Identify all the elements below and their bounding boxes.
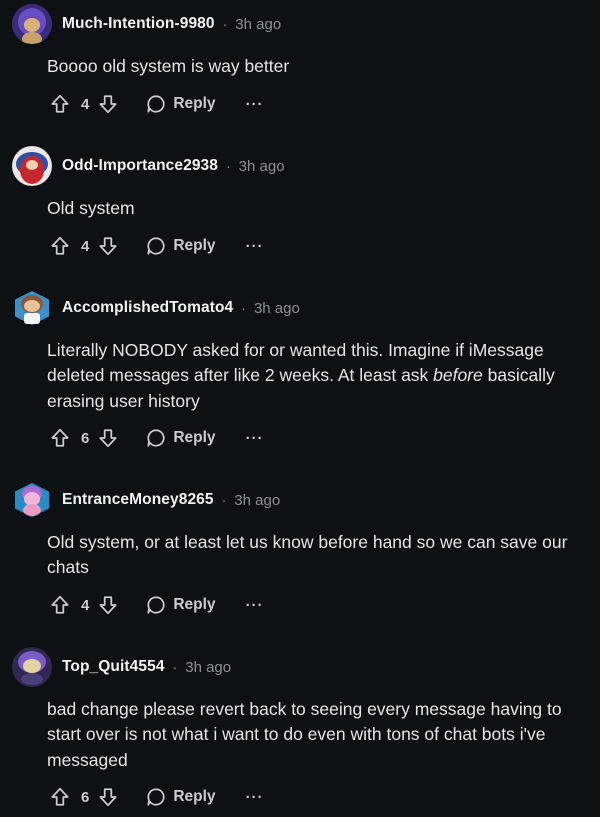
more-options-button[interactable]: ··· — [246, 789, 264, 806]
avatar[interactable] — [12, 146, 52, 186]
downvote-icon[interactable] — [95, 233, 121, 259]
avatar[interactable] — [12, 4, 52, 44]
vote-count: 4 — [81, 237, 90, 255]
comment-header: Top_Quit4554 · 3h ago — [12, 647, 231, 687]
reply-button[interactable]: Reply — [145, 93, 216, 115]
comment-bubble-icon — [147, 237, 165, 255]
comment-header: Much-Intention-9980 · 3h ago — [12, 4, 281, 44]
reply-label: Reply — [173, 429, 216, 446]
timestamp[interactable]: 3h ago — [235, 16, 281, 33]
vote-count: 6 — [81, 429, 90, 447]
downvote-icon[interactable] — [95, 91, 121, 117]
reply-button[interactable]: Reply — [145, 594, 216, 616]
reply-button[interactable]: Reply — [145, 427, 216, 449]
separator-dot: · — [172, 659, 178, 675]
comment-actions: 4 Reply ··· — [47, 592, 264, 618]
reply-label: Reply — [173, 596, 216, 613]
username[interactable]: EntranceMoney8265 — [62, 491, 214, 509]
comment-actions: 6 Reply ··· — [47, 425, 264, 451]
upvote-icon[interactable] — [47, 233, 73, 259]
reply-label: Reply — [173, 95, 216, 112]
username[interactable]: Much-Intention-9980 — [62, 15, 215, 33]
vote-count: 6 — [81, 788, 90, 806]
comment-bubble-icon — [147, 95, 165, 113]
emphasized-text: before — [433, 365, 483, 386]
separator-dot: · — [241, 300, 246, 316]
reply-button[interactable]: Reply — [145, 786, 216, 808]
comment-header: AccomplishedTomato4 · 3h ago — [12, 288, 300, 328]
comment-actions: 6 Reply ··· — [47, 784, 264, 810]
avatar[interactable] — [12, 288, 52, 328]
timestamp[interactable]: 3h ago — [185, 659, 231, 676]
avatar[interactable] — [12, 647, 52, 687]
downvote-icon[interactable] — [95, 425, 121, 451]
timestamp[interactable]: 3h ago — [239, 158, 285, 175]
more-options-button[interactable]: ··· — [246, 597, 264, 614]
downvote-icon[interactable] — [95, 784, 121, 810]
timestamp[interactable]: 3h ago — [234, 492, 280, 509]
downvote-icon[interactable] — [95, 592, 121, 618]
comment-body: Old system — [47, 198, 135, 218]
timestamp[interactable]: 3h ago — [254, 300, 300, 317]
upvote-icon[interactable] — [47, 592, 73, 618]
vote-count: 4 — [81, 95, 90, 113]
more-options-button[interactable]: ··· — [246, 430, 264, 447]
upvote-icon[interactable] — [47, 91, 73, 117]
comment-bubble-icon — [147, 596, 165, 614]
username[interactable]: Top_Quit4554 — [62, 658, 165, 676]
separator-dot: · — [221, 492, 227, 508]
comment-feed: Much-Intention-9980 · 3h ago Boooo old s… — [0, 0, 600, 817]
avatar[interactable] — [12, 480, 52, 520]
username[interactable]: AccomplishedTomato4 — [62, 299, 233, 317]
upvote-icon[interactable] — [47, 784, 73, 810]
comment-actions: 4 Reply ··· — [47, 91, 264, 117]
reply-label: Reply — [173, 788, 216, 805]
comment-bubble-icon — [147, 429, 165, 447]
comment-actions: 4 Reply ··· — [47, 233, 264, 259]
comment-body: Literally NOBODY asked for or wanted thi… — [47, 340, 555, 411]
comment-header: EntranceMoney8265 · 3h ago — [12, 480, 280, 520]
separator-dot: · — [225, 158, 231, 174]
comment-header: Odd-Importance2938 · 3h ago — [12, 146, 285, 186]
comment-bubble-icon — [147, 788, 165, 806]
reply-button[interactable]: Reply — [145, 235, 216, 257]
more-options-button[interactable]: ··· — [246, 238, 264, 255]
separator-dot: · — [222, 16, 228, 32]
comment-body: Old system, or at least let us know befo… — [47, 532, 568, 578]
username[interactable]: Odd-Importance2938 — [62, 157, 218, 175]
comment-body: bad change please revert back to seeing … — [47, 699, 562, 770]
more-options-button[interactable]: ··· — [246, 96, 264, 113]
reply-label: Reply — [173, 237, 216, 254]
upvote-icon[interactable] — [47, 425, 73, 451]
comment-body: Boooo old system is way better — [47, 56, 290, 76]
vote-count: 4 — [81, 596, 90, 614]
